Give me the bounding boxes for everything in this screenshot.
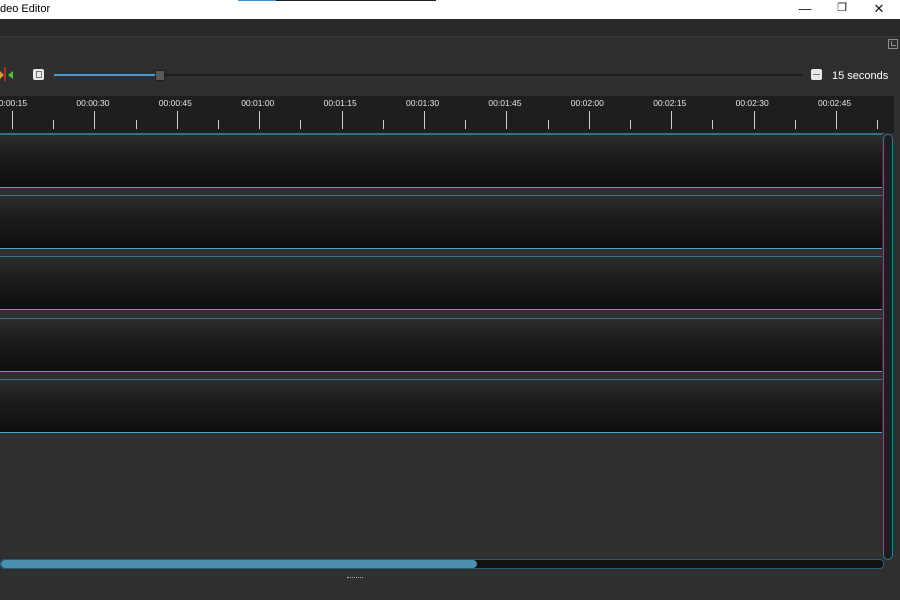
ruler-label: 00:01:00 xyxy=(241,98,275,108)
ruler-tick-major xyxy=(506,111,508,129)
close-button[interactable]: ✕ xyxy=(864,0,894,19)
maximize-button[interactable]: ❐ xyxy=(827,0,857,19)
timeline-track[interactable] xyxy=(0,378,882,433)
ruler-tick-minor xyxy=(53,120,55,129)
playhead-marker-icon[interactable] xyxy=(4,67,6,81)
ruler-label: 00:02:15 xyxy=(653,98,687,108)
ruler-tick-minor xyxy=(877,120,879,129)
zoom-in-icon[interactable] xyxy=(33,69,44,80)
timeline-track[interactable] xyxy=(0,195,882,250)
title-tab-underline xyxy=(276,0,436,1)
ruler-label: 00:01:15 xyxy=(323,98,357,108)
timeline-panel: 15 seconds 00:00:15 00:00:30 00:00:45 00:01… xyxy=(0,19,900,600)
ruler-label: 00:02:30 xyxy=(735,98,769,108)
ruler-tick-minor xyxy=(712,120,714,129)
ruler-tick-major xyxy=(176,111,178,129)
zoom-out-icon[interactable] xyxy=(811,69,822,80)
ruler-label: 00:02:00 xyxy=(570,98,604,108)
ruler-tick-minor xyxy=(794,120,796,129)
ruler-tick-major xyxy=(94,111,96,129)
ruler-tick-minor xyxy=(382,120,384,129)
minimize-button[interactable]: — xyxy=(790,0,820,19)
horizontal-scrollbar-thumb[interactable] xyxy=(1,560,478,568)
zoom-slider[interactable] xyxy=(54,74,802,76)
zoom-label: 15 seconds xyxy=(832,70,889,82)
ruler-tick-major xyxy=(12,111,13,129)
timeline-track[interactable] xyxy=(0,317,882,372)
ruler-tick-major xyxy=(341,111,343,129)
timeline-track[interactable] xyxy=(0,256,882,311)
ruler-tick-minor xyxy=(630,120,631,129)
ruler-tick-major xyxy=(424,111,425,129)
ruler-tick-minor xyxy=(218,120,219,129)
ruler-tick-minor xyxy=(547,120,549,129)
ruler-tick-major xyxy=(259,111,261,129)
ruler-label: 00:01:30 xyxy=(406,98,440,108)
marker-right-arrow-icon[interactable] xyxy=(8,71,13,79)
title-bar: deo Editor — ❐ ✕ xyxy=(0,0,900,19)
ruler-label: 00:00:45 xyxy=(158,98,192,108)
zoom-slider-fill xyxy=(54,74,159,76)
zoom-slider-handle[interactable] xyxy=(154,70,165,81)
timeline-track[interactable] xyxy=(0,134,882,188)
panel-header xyxy=(0,19,900,37)
dock-icon[interactable] xyxy=(888,39,898,49)
title-tab-accent xyxy=(238,0,276,1)
ruler-tick-minor xyxy=(300,120,302,129)
ruler-tick-major xyxy=(836,111,837,129)
ruler-tick-minor xyxy=(135,120,137,129)
time-ruler[interactable]: 00:00:15 00:00:30 00:00:45 00:01:00 00:01:15… xyxy=(0,96,894,133)
ruler-tick-minor xyxy=(465,120,467,129)
ruler-tick-major xyxy=(588,111,590,129)
horizontal-scrollbar[interactable] xyxy=(0,559,884,569)
ruler-label: 00:00:15 xyxy=(0,98,28,108)
ruler-label: 00:00:30 xyxy=(76,98,110,108)
ruler-tick-major xyxy=(671,111,673,129)
ruler-label: 00:02:45 xyxy=(818,98,852,108)
ruler-label: 00:01:45 xyxy=(488,98,522,108)
window-title: deo Editor xyxy=(0,3,51,15)
ruler-tick-major xyxy=(753,111,755,129)
vertical-scrollbar[interactable] xyxy=(883,134,893,560)
resize-grip-icon[interactable] xyxy=(347,577,363,579)
